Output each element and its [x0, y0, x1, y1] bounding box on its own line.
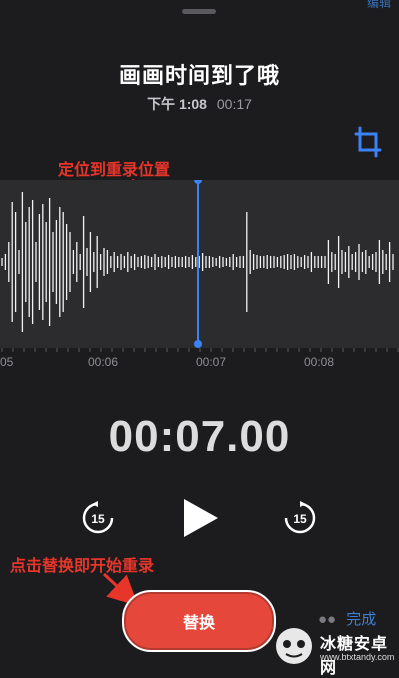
- timeline-tick-label: 00:08: [304, 355, 334, 369]
- timeline-tick-label: 00:06: [88, 355, 118, 369]
- annotation-locate: 定位到重录位置: [58, 162, 171, 179]
- sheet-grabber[interactable]: [182, 9, 216, 14]
- waveform-area[interactable]: [0, 176, 399, 348]
- waveform: [1, 176, 394, 348]
- watermark-badge-icon: [276, 628, 312, 664]
- trim-icon[interactable]: [354, 126, 382, 158]
- playhead-handle: [194, 340, 202, 348]
- recording-title: 画画时间到了哦: [118, 63, 280, 88]
- playhead-handle: [194, 176, 202, 184]
- recording-meta: 下午 1:08 00:17: [0, 94, 399, 114]
- timeline: 05 00:06 00:07 00:08: [0, 348, 399, 369]
- replace-button-label: 替换: [182, 615, 215, 632]
- timeline-tick-label: 05: [0, 355, 14, 369]
- skip-back-label: 15: [91, 512, 105, 526]
- play-icon[interactable]: [178, 496, 222, 540]
- timeline-tick-label: 00:07: [196, 355, 226, 369]
- recording-date-time: 下午 1:08: [147, 96, 207, 112]
- skip-back-15-icon[interactable]: 15: [80, 500, 116, 536]
- watermark-logo: 冰糖安卓网 www.btxtandy.com: [268, 626, 399, 677]
- watermark-url: www.btxtandy.com: [320, 652, 395, 662]
- skip-forward-label: 15: [293, 512, 307, 526]
- recording-duration: 00:17: [216, 96, 252, 112]
- replace-button[interactable]: 替换: [122, 590, 276, 652]
- skip-forward-15-icon[interactable]: 15: [282, 500, 318, 536]
- edit-link[interactable]: 编辑: [367, 0, 391, 11]
- current-time: 00:07.00: [108, 412, 291, 461]
- annotation-replace: 点击替换即开始重录: [10, 558, 155, 575]
